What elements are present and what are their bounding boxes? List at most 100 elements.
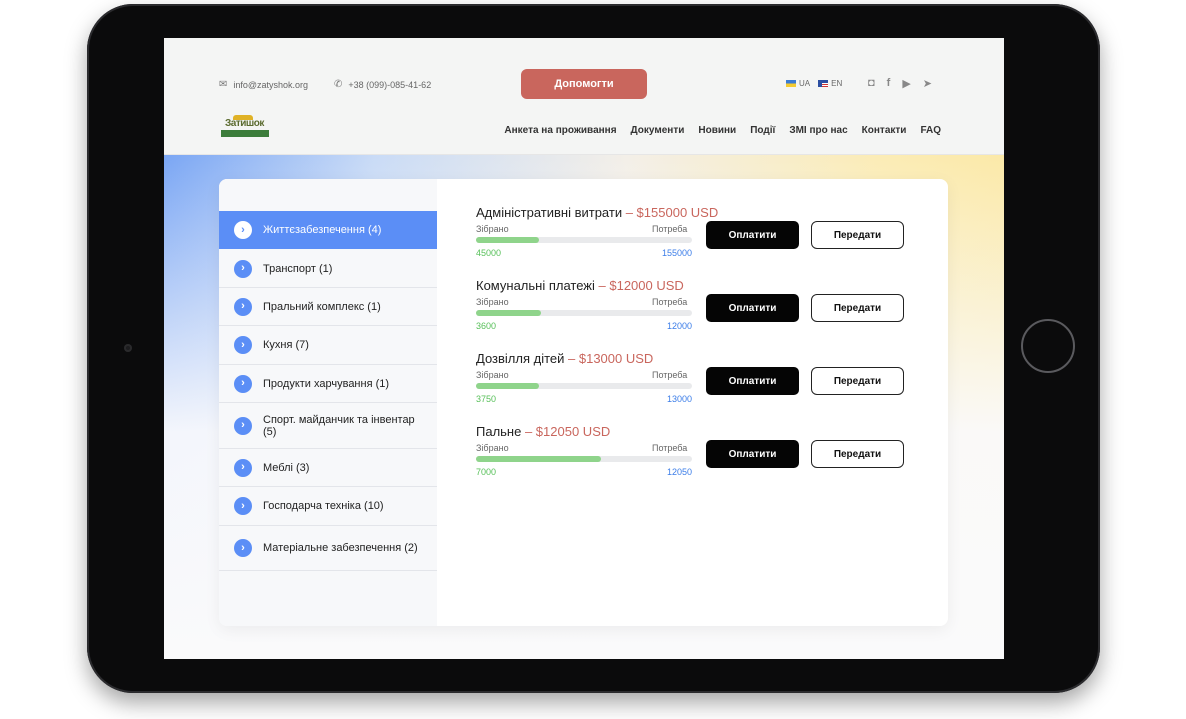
give-button[interactable]: Передати	[811, 294, 904, 322]
pay-button[interactable]: Оплатити	[706, 367, 799, 395]
phone-contact[interactable]: ✆ +38 (099)-085-41-62	[334, 79, 431, 90]
progress-fill	[476, 310, 541, 316]
need-amount: – $155000 USD	[625, 205, 719, 220]
need-row: Пальне – $12050 USD Зібрано Потреба 7000…	[476, 424, 906, 494]
give-button[interactable]: Передати	[811, 440, 904, 468]
need-title: Комунальні платежі	[476, 278, 595, 293]
need-title-line: Адміністративні витрати – $155000 USD	[476, 205, 718, 220]
progress-bar	[476, 383, 692, 389]
needed-value: 155000	[661, 248, 692, 258]
collected-label: Зібрано	[476, 370, 509, 380]
home-button[interactable]	[1021, 319, 1075, 373]
pay-button[interactable]: Оплатити	[706, 221, 799, 249]
needed-label: Потреба	[652, 370, 688, 380]
progress-bar	[476, 310, 692, 316]
progress-fill	[476, 456, 602, 462]
progress-fill	[476, 383, 539, 389]
sidebar-item-food[interactable]: › Продукти харчування (1)	[219, 365, 437, 403]
sidebar-item-label: Меблі (3)	[263, 461, 310, 474]
need-row: Комунальні платежі – $12000 USD Зібрано …	[476, 278, 906, 348]
need-title: Пальне	[476, 424, 522, 439]
nav-link-contacts[interactable]: Контакти	[862, 125, 907, 136]
facebook-icon[interactable]: f	[887, 77, 891, 90]
chevron-right-icon: ›	[234, 259, 252, 278]
sidebar-item-sports[interactable]: › Спорт. майданчик та інвентар (5)	[219, 403, 437, 449]
instagram-icon[interactable]: ◘	[868, 77, 875, 90]
sidebar-item-label: Господарча техніка (10)	[263, 500, 384, 512]
en-flag-icon	[818, 80, 829, 87]
collected-value: 7000	[476, 467, 497, 477]
need-title-line: Дозвілля дітей – $13000 USD	[476, 351, 653, 366]
collected-value: 3750	[476, 394, 497, 404]
chevron-right-icon: ›	[234, 221, 252, 239]
nav-link-anketa[interactable]: Анкета на проживання	[504, 125, 616, 136]
chevron-right-icon: ›	[234, 416, 252, 435]
chevron-right-icon: ›	[234, 297, 252, 316]
progress-bar	[476, 237, 692, 243]
pay-button[interactable]: Оплатити	[706, 440, 799, 468]
help-button[interactable]: Допомогти	[521, 69, 647, 99]
needed-label: Потреба	[652, 443, 688, 453]
mail-icon: ✉	[219, 79, 228, 90]
give-button[interactable]: Передати	[811, 367, 904, 395]
sidebar-item-label: Продукти харчування (1)	[263, 377, 390, 390]
chevron-right-icon: ›	[234, 458, 252, 477]
need-title-line: Комунальні платежі – $12000 USD	[476, 278, 684, 293]
site-logo[interactable]: Затишок	[221, 114, 271, 146]
need-title: Адміністративні витрати	[476, 205, 623, 220]
nav-link-news[interactable]: Новини	[698, 125, 736, 136]
nav-link-documents[interactable]: Документи	[631, 125, 685, 136]
sidebar-item-transport[interactable]: › Транспорт (1)	[219, 250, 437, 288]
sidebar-item-label: Спорт. майданчик та інвентар (5)	[263, 413, 415, 438]
nav-link-events[interactable]: Події	[750, 125, 775, 136]
content-area: › Життєзабезпечення (4) › Транспорт (1) …	[164, 155, 1004, 659]
needed-label: Потреба	[652, 224, 688, 234]
social-links: ◘ f ▶ ➤	[868, 77, 932, 90]
give-button[interactable]: Передати	[811, 221, 904, 249]
telegram-icon[interactable]: ➤	[923, 77, 932, 90]
need-title: Дозвілля дітей	[476, 351, 565, 366]
screen: ✉ info@zatyshok.org ✆ +38 (099)-085-41-6…	[164, 38, 1004, 659]
phone-text: +38 (099)-085-41-62	[348, 79, 432, 90]
sidebar-item-label: Транспорт (1)	[263, 262, 333, 275]
collected-value: 45000	[476, 248, 502, 258]
sidebar-item-label: Матеріальне забезпечення (2)	[263, 542, 418, 554]
sidebar-item-furniture[interactable]: › Меблі (3)	[219, 449, 437, 487]
need-amount: – $12050 USD	[524, 424, 611, 439]
need-title-line: Пальне – $12050 USD	[476, 424, 610, 439]
sidebar-item-material[interactable]: › Матеріальне забезпечення (2)	[219, 526, 437, 571]
phone-icon: ✆	[334, 79, 343, 90]
pay-button[interactable]: Оплатити	[706, 294, 799, 322]
chevron-right-icon: ›	[234, 374, 252, 393]
youtube-icon[interactable]: ▶	[902, 77, 910, 90]
lang-en[interactable]: EN	[818, 79, 842, 88]
nav-link-faq[interactable]: FAQ	[920, 125, 941, 136]
email-text: info@zatyshok.org	[233, 79, 309, 90]
need-amount: – $13000 USD	[568, 351, 654, 366]
sidebar-item-label: Життєзабезпечення (4)	[263, 224, 382, 236]
main-nav: Затишок Анкета на проживання Документи Н…	[164, 106, 1004, 155]
sidebar-item-label: Пральний комплекс (1)	[263, 300, 381, 313]
language-switcher: UA EN	[786, 79, 842, 88]
chevron-right-icon: ›	[234, 336, 252, 354]
needed-value: 12050	[666, 467, 692, 477]
needed-value: 12000	[666, 321, 692, 331]
chevron-right-icon: ›	[234, 539, 252, 557]
progress-fill	[476, 237, 539, 243]
ua-flag-icon	[786, 80, 796, 87]
nav-link-media[interactable]: ЗМІ про нас	[789, 125, 847, 136]
sidebar-item-laundry[interactable]: › Пральний комплекс (1)	[219, 288, 437, 326]
collected-label: Зібрано	[476, 297, 509, 307]
nav-links: Анкета на проживання Документи Новини По…	[504, 125, 941, 136]
collected-label: Зібрано	[476, 224, 509, 234]
sidebar-item-appliances[interactable]: › Господарча техніка (10)	[219, 487, 437, 526]
needed-label: Потреба	[652, 297, 688, 307]
lang-ua[interactable]: UA	[786, 79, 810, 88]
sidebar-item-label: Кухня (7)	[263, 339, 309, 351]
email-contact[interactable]: ✉ info@zatyshok.org	[219, 79, 308, 90]
sidebar-item-life-support[interactable]: › Життєзабезпечення (4)	[219, 211, 437, 249]
need-amount: – $12000 USD	[598, 278, 684, 293]
chevron-right-icon: ›	[234, 497, 252, 515]
needed-value: 13000	[666, 394, 692, 404]
sidebar-item-kitchen[interactable]: › Кухня (7)	[219, 326, 437, 365]
